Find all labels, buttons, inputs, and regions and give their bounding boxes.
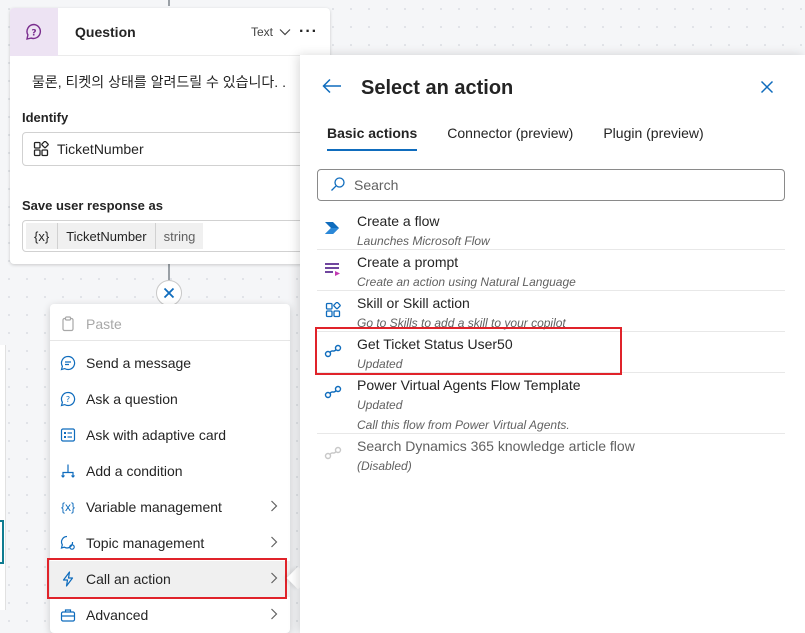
action-title: Create a flow <box>357 213 440 229</box>
call-action-highlight <box>47 558 287 599</box>
identify-field[interactable]: TicketNumber <box>22 132 318 166</box>
menu-item-add-condition[interactable]: Add a condition <box>50 453 290 489</box>
action-item-search-dynamics[interactable]: Search Dynamics 365 knowledge article fl… <box>317 434 785 475</box>
offscreen-selected-card-edge <box>0 520 4 564</box>
save-response-label: Save user response as <box>22 198 163 213</box>
panel-title: Select an action <box>361 77 514 99</box>
back-arrow-icon[interactable] <box>322 77 342 100</box>
close-icon[interactable] <box>156 280 182 306</box>
action-item-skill[interactable]: Skill or Skill action Go to Skills to ad… <box>317 291 785 332</box>
menu-item-label: Advanced <box>86 607 149 623</box>
action-title: Skill or Skill action <box>357 295 470 311</box>
menu-item-label: Variable management <box>86 499 222 515</box>
question-card-header: ? Question Text ··· <box>10 7 330 56</box>
save-variable-field[interactable]: {x} TicketNumber string <box>22 220 318 252</box>
search-placeholder: Search <box>354 177 399 193</box>
branch-icon <box>60 463 76 479</box>
menu-item-adaptive-card[interactable]: Ask with adaptive card <box>50 417 290 453</box>
action-item-create-flow[interactable]: Create a flow Launches Microsoft Flow <box>317 209 785 250</box>
variable-icon: {x} <box>60 500 75 514</box>
question-message-text[interactable]: 물론, 티켓의 상태를 알려드릴 수 있습니다. . <box>32 72 286 92</box>
variable-type: string <box>155 223 204 249</box>
toolbox-icon <box>60 607 76 623</box>
identify-value: TicketNumber <box>57 141 144 157</box>
question-icon: ? <box>60 391 76 407</box>
action-subtitle: (Disabled) <box>357 459 412 473</box>
more-options-button[interactable]: ··· <box>299 23 318 41</box>
action-subtitle: Create an action using Natural Language <box>357 275 576 289</box>
menu-item-label: Add a condition <box>86 463 183 479</box>
action-tabs: Basic actions Connector (preview) Plugin… <box>327 125 704 151</box>
action-description: Call this flow from Power Virtual Agents… <box>357 418 570 432</box>
question-node-card[interactable]: ? Question Text ··· 물론, 티켓의 상태를 알려드릴 수 있… <box>10 7 330 264</box>
clipboard-icon <box>60 316 76 332</box>
chevron-right-icon <box>270 499 278 515</box>
menu-item-topic-management[interactable]: Topic management <box>50 525 290 561</box>
search-icon <box>330 176 346 195</box>
menu-item-ask-question[interactable]: ? Ask a question <box>50 381 290 417</box>
action-title: Power Virtual Agents Flow Template <box>357 377 581 393</box>
skill-icon <box>323 300 343 320</box>
menu-item-label: Ask with adaptive card <box>86 427 227 443</box>
tab-connector[interactable]: Connector (preview) <box>447 125 573 151</box>
response-type-dropdown[interactable]: Text <box>251 25 291 39</box>
power-automate-icon <box>323 218 343 238</box>
menu-item-send-message[interactable]: Send a message <box>50 345 290 381</box>
search-input[interactable]: Search <box>317 169 785 201</box>
menu-item-variable-management[interactable]: {x} Variable management <box>50 489 290 525</box>
action-subtitle: Updated <box>357 398 403 412</box>
flow-link-icon <box>323 443 343 463</box>
variable-icon: {x} <box>26 223 59 249</box>
message-icon <box>60 355 76 371</box>
connector-line <box>168 264 170 280</box>
flow-link-icon <box>323 382 343 402</box>
variable-name: TicketNumber <box>58 223 156 249</box>
menu-item-label: Paste <box>86 316 122 332</box>
question-icon: ? <box>10 7 58 56</box>
chevron-right-icon <box>270 607 278 623</box>
svg-text:?: ? <box>31 28 36 38</box>
svg-text:?: ? <box>66 395 70 404</box>
menu-item-label: Topic management <box>86 535 205 551</box>
menu-item-label: Ask a question <box>86 391 178 407</box>
menu-item-paste[interactable]: Paste <box>50 306 290 342</box>
card-icon <box>60 427 76 443</box>
topic-icon <box>60 535 76 551</box>
action-item-create-prompt[interactable]: Create a prompt Create an action using N… <box>317 250 785 291</box>
tab-basic-actions[interactable]: Basic actions <box>327 125 418 151</box>
connector-line-top <box>168 0 170 6</box>
identify-label: Identify <box>22 110 69 125</box>
offscreen-card-edge <box>0 345 6 610</box>
prompt-icon <box>323 259 343 279</box>
chevron-down-icon <box>279 28 291 35</box>
action-subtitle: Launches Microsoft Flow <box>357 234 490 248</box>
menu-divider <box>50 340 290 341</box>
chevron-right-icon <box>270 535 278 551</box>
action-item-pva-flow-template[interactable]: Power Virtual Agents Flow Template Updat… <box>317 373 785 434</box>
tab-plugin[interactable]: Plugin (preview) <box>603 125 703 151</box>
close-icon[interactable] <box>760 77 774 100</box>
menu-item-label: Send a message <box>86 355 192 371</box>
action-title: Create a prompt <box>357 254 459 270</box>
get-ticket-status-highlight <box>315 327 622 375</box>
question-card-title: Question <box>75 23 136 40</box>
entity-icon <box>33 141 49 157</box>
response-type-value: Text <box>251 24 274 39</box>
action-title: Search Dynamics 365 knowledge article fl… <box>357 438 635 454</box>
menu-item-advanced[interactable]: Advanced <box>50 597 290 633</box>
